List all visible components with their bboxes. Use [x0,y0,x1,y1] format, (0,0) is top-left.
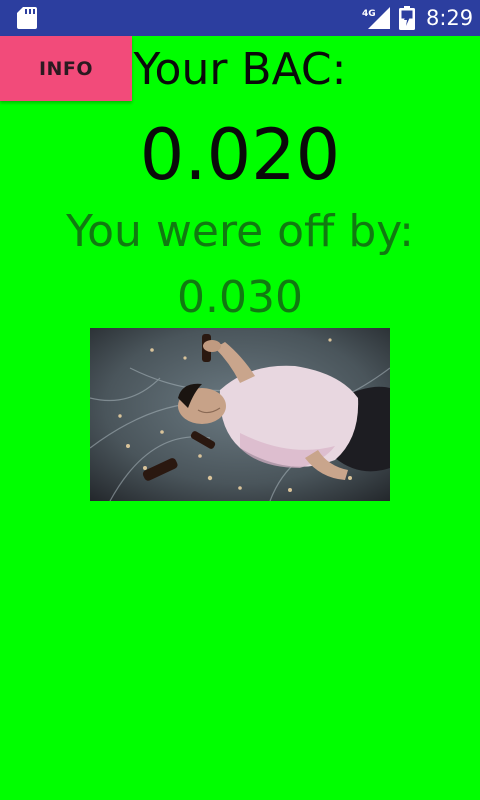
off-by-value: 0.030 [177,272,303,323]
signal-icon: 4G [362,7,390,29]
bac-value: 0.020 [139,114,341,196]
photo-illustration [90,328,390,501]
status-bar: 4G 8:29 [0,0,480,36]
status-clock: 8:29 [426,6,474,30]
battery-icon [399,6,415,30]
off-by-label: You were off by: [66,206,414,257]
sd-card-icon [17,7,37,29]
network-type-label: 4G [362,9,376,19]
passed-out-photo [90,328,390,501]
bac-title: Your BAC: [133,44,347,95]
